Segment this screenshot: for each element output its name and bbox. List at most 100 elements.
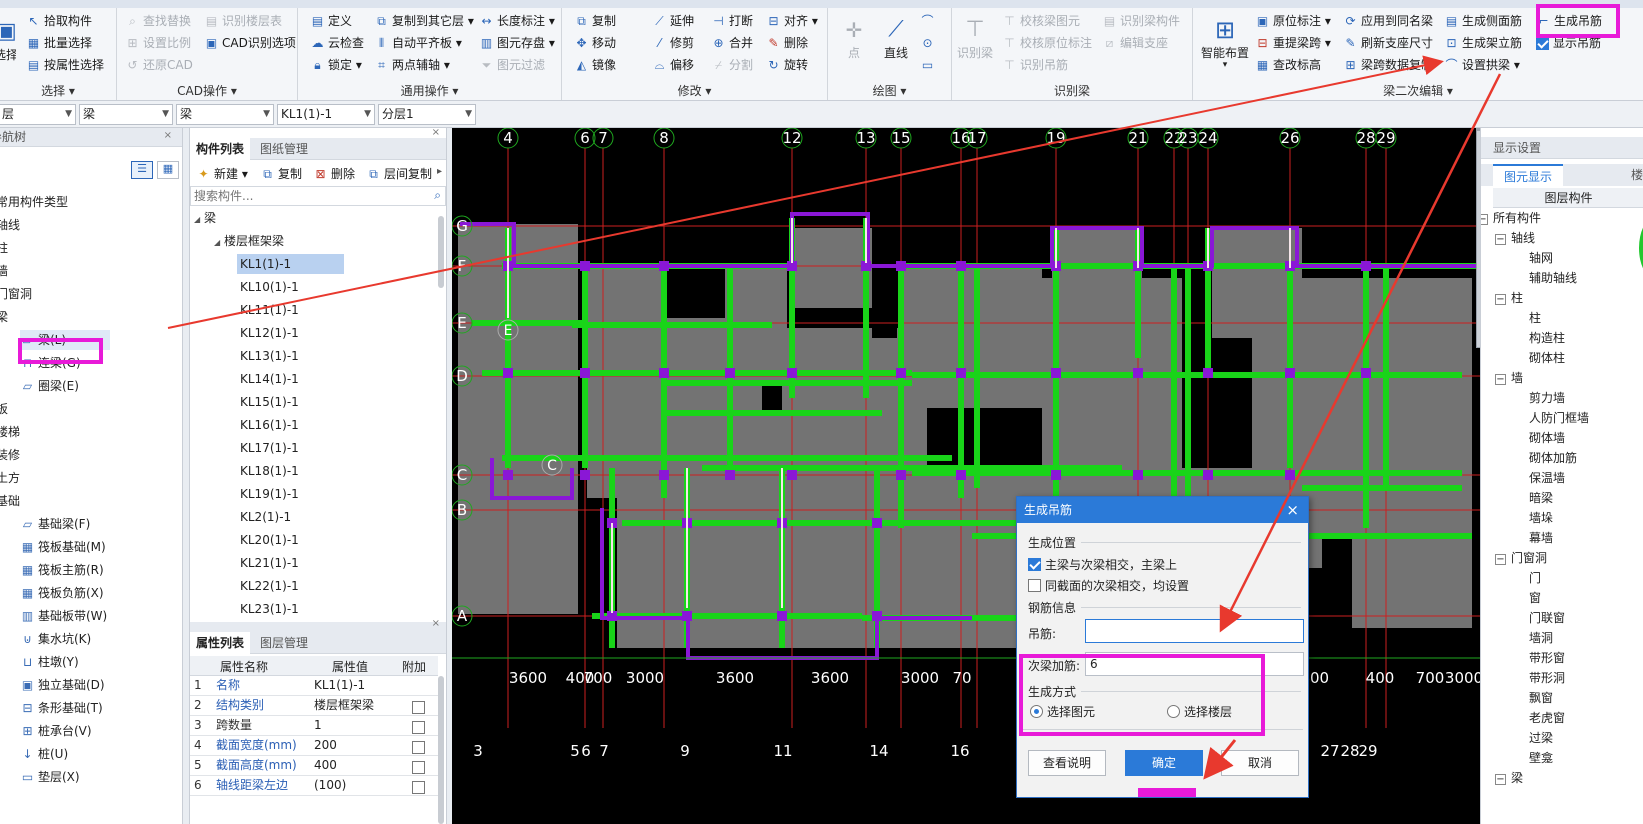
- view-help-button[interactable]: 查看说明: [1028, 750, 1106, 776]
- component-list-item[interactable]: KL16(1)-1: [240, 415, 299, 435]
- cad-drawing-canvas[interactable]: 4 6 7 8 12 13 15 16 17 19 21 22 23 24 26 28 29 G F E D C B A E C 3…: [452, 128, 1480, 824]
- table-row[interactable]: 6 轴线距梁左边 (100): [190, 776, 438, 796]
- tree-node-beam[interactable]: ◢ 梁: [194, 208, 216, 228]
- collapse-icon[interactable]: −: [1495, 374, 1506, 385]
- align-button[interactable]: ⊟ 对齐 ▾: [766, 11, 817, 31]
- display-tree-item[interactable]: 轴网: [1529, 248, 1553, 268]
- copy-span-data-button[interactable]: ⊞ 梁跨数据复制: [1343, 55, 1433, 75]
- prop-extra-checkbox[interactable]: [412, 741, 425, 754]
- apply-same-name-button[interactable]: ⟳ 应用到同名梁: [1343, 11, 1433, 31]
- prop-extra-checkbox[interactable]: [412, 761, 425, 774]
- display-tree-item[interactable]: 老虎窗: [1529, 708, 1565, 728]
- offset-button[interactable]: ⌓ 偏移: [652, 55, 694, 75]
- extend-button[interactable]: ⟋ 延伸: [652, 11, 694, 31]
- nav-item[interactable]: ▱ 梁(L): [20, 330, 110, 350]
- prop-value[interactable]: 200: [314, 736, 337, 755]
- generate-side-rebar-button[interactable]: ▤ 生成侧面筋: [1444, 11, 1522, 31]
- component-list-item[interactable]: KL19(1)-1: [240, 484, 299, 504]
- display-tree-item[interactable]: 砌体柱: [1529, 348, 1565, 368]
- splitter[interactable]: [190, 622, 446, 632]
- generate-hanger-rebar-button[interactable]: ⌐ 生成吊筋: [1536, 11, 1602, 31]
- radio-select-floor-dot[interactable]: [1167, 705, 1180, 718]
- dialog-close-icon[interactable]: ×: [1286, 497, 1299, 523]
- rect-button[interactable]: ▭: [920, 55, 938, 75]
- scrollbar[interactable]: [438, 676, 444, 824]
- nav-item[interactable]: ▦ 筏板基础(M): [20, 537, 106, 557]
- select-by-property-button[interactable]: ▤ 按属性选择: [26, 55, 104, 75]
- confirm-button[interactable]: 确定: [1125, 750, 1203, 776]
- display-tree-item[interactable]: 砌体墙: [1529, 428, 1565, 448]
- line-button[interactable]: ⟋ 直线: [878, 16, 914, 61]
- display-tree-item[interactable]: 带形洞: [1529, 668, 1565, 688]
- in-place-annotation-button[interactable]: ▣ 原位标注 ▾: [1255, 11, 1331, 31]
- rotate-button[interactable]: ↻ 旋转: [766, 55, 808, 75]
- nav-item[interactable]: ↓ 桩(U): [20, 744, 68, 764]
- prop-extra-checkbox[interactable]: [412, 781, 425, 794]
- floor-plan-drawing[interactable]: 4 6 7 8 12 13 15 1617 19 21 2223 24 26 28 29GFEDCBAEC3…: [452, 128, 1480, 824]
- display-tree-item[interactable]: 壁龛: [1529, 748, 1553, 768]
- display-tree-item[interactable]: 门: [1529, 568, 1541, 588]
- recognize-hanger-button[interactable]: ⊤ 识别吊筋: [1002, 55, 1068, 75]
- prop-value[interactable]: 400: [314, 756, 337, 775]
- display-tree-item[interactable]: − 梁: [1495, 768, 1523, 788]
- radio-select-element-dot[interactable]: [1030, 705, 1043, 718]
- check-elevation-button[interactable]: ▦ 查改标高: [1255, 55, 1321, 75]
- nav-item[interactable]: ▱ 基础梁(F): [20, 514, 90, 534]
- collapse-icon[interactable]: −: [1495, 554, 1506, 565]
- display-tree-item[interactable]: 过梁: [1529, 728, 1553, 748]
- mirror-button[interactable]: ◭ 镜像: [574, 55, 616, 75]
- option-main-beam[interactable]: 主梁与次梁相交，主梁上: [1028, 556, 1177, 573]
- find-replace-button[interactable]: ⌕ 查找替换: [125, 11, 191, 31]
- auto-align-slab-button[interactable]: ⫴ 自动平齐板 ▾: [374, 33, 462, 53]
- table-row[interactable]: 3 跨数量 1: [190, 716, 438, 736]
- tab-property-list[interactable]: 属性列表: [190, 632, 251, 654]
- display-tree-item[interactable]: 墙垛: [1529, 508, 1553, 528]
- secondary-beam-extra-input[interactable]: 6: [1085, 652, 1304, 676]
- tab-element-display[interactable]: 图元显示: [1493, 164, 1563, 186]
- copy-component-button[interactable]: ⧉ 复制: [260, 164, 302, 184]
- search-input[interactable]: [191, 187, 411, 205]
- nav-item[interactable]: 楼梯: [0, 422, 20, 442]
- list-view-icon[interactable]: ☰: [131, 161, 153, 179]
- table-row[interactable]: 1 名称 KL1(1)-1: [190, 676, 438, 696]
- select-big-icon[interactable]: ▣: [0, 21, 17, 43]
- layer-select[interactable]: 分层1 ▼: [378, 104, 476, 125]
- table-row[interactable]: 4 截面宽度(mm) 200: [190, 736, 438, 756]
- component-list-item[interactable]: KL13(1)-1: [240, 346, 299, 366]
- pick-component-button[interactable]: ↖ 拾取构件: [26, 11, 92, 31]
- grid-view-icon[interactable]: ▦: [157, 161, 179, 179]
- display-tree-item[interactable]: 剪力墙: [1529, 388, 1565, 408]
- delete-button[interactable]: ✎ 删除: [766, 33, 808, 53]
- component-list-item[interactable]: KL18(1)-1: [240, 461, 299, 481]
- recognize-beam-component-button[interactable]: ▤ 识别梁构件: [1102, 11, 1180, 31]
- cancel-button[interactable]: 取消: [1221, 750, 1299, 776]
- check-beam-button[interactable]: ⊤ 校核梁图元: [1002, 11, 1080, 31]
- lock-button[interactable]: 🔒︎ 锁定 ▾: [310, 55, 362, 75]
- floor-select[interactable]: 层 ▼: [0, 104, 76, 125]
- component-list-item[interactable]: KL22(1)-1: [240, 576, 299, 596]
- restore-cad-button[interactable]: ↺ 还原CAD: [125, 55, 192, 75]
- element-filter-button[interactable]: ⏷ 图元过滤: [479, 55, 545, 75]
- move-button[interactable]: ✥ 移动: [574, 33, 616, 53]
- collapse-icon[interactable]: −: [1481, 214, 1488, 225]
- refresh-support-button[interactable]: ✎ 刷新支座尺寸: [1343, 33, 1433, 53]
- display-tree-item[interactable]: − 墙: [1495, 368, 1523, 388]
- component-list-item[interactable]: KL1(1)-1: [237, 254, 344, 274]
- split-button[interactable]: ⌿ 分割: [711, 55, 753, 75]
- component-list-item[interactable]: KL21(1)-1: [240, 553, 299, 573]
- search-icon[interactable]: ⌕: [434, 188, 441, 203]
- nav-item[interactable]: 墙: [0, 261, 8, 281]
- display-tree-item[interactable]: −所有构件: [1481, 208, 1541, 228]
- nav-item[interactable]: 土方: [0, 468, 20, 488]
- nav-item[interactable]: ⊓ 连梁(G): [20, 353, 81, 373]
- nav-item[interactable]: ⊍ 集水坑(K): [20, 629, 91, 649]
- nav-item[interactable]: 门窗洞: [0, 284, 32, 304]
- check-annotation-button[interactable]: ⊤ 校核原位标注: [1002, 33, 1092, 53]
- display-tree-item[interactable]: 砌体加筋: [1529, 448, 1577, 468]
- display-tree-item[interactable]: 带形窗: [1529, 648, 1565, 668]
- merge-button[interactable]: ⊕ 合并: [711, 33, 753, 53]
- nav-item[interactable]: 梁: [0, 307, 8, 327]
- nav-item[interactable]: ▥ 基础板带(W): [20, 606, 107, 626]
- hanger-rebar-input[interactable]: [1085, 619, 1304, 643]
- nav-item[interactable]: ▦ 筏板主筋(R): [20, 560, 104, 580]
